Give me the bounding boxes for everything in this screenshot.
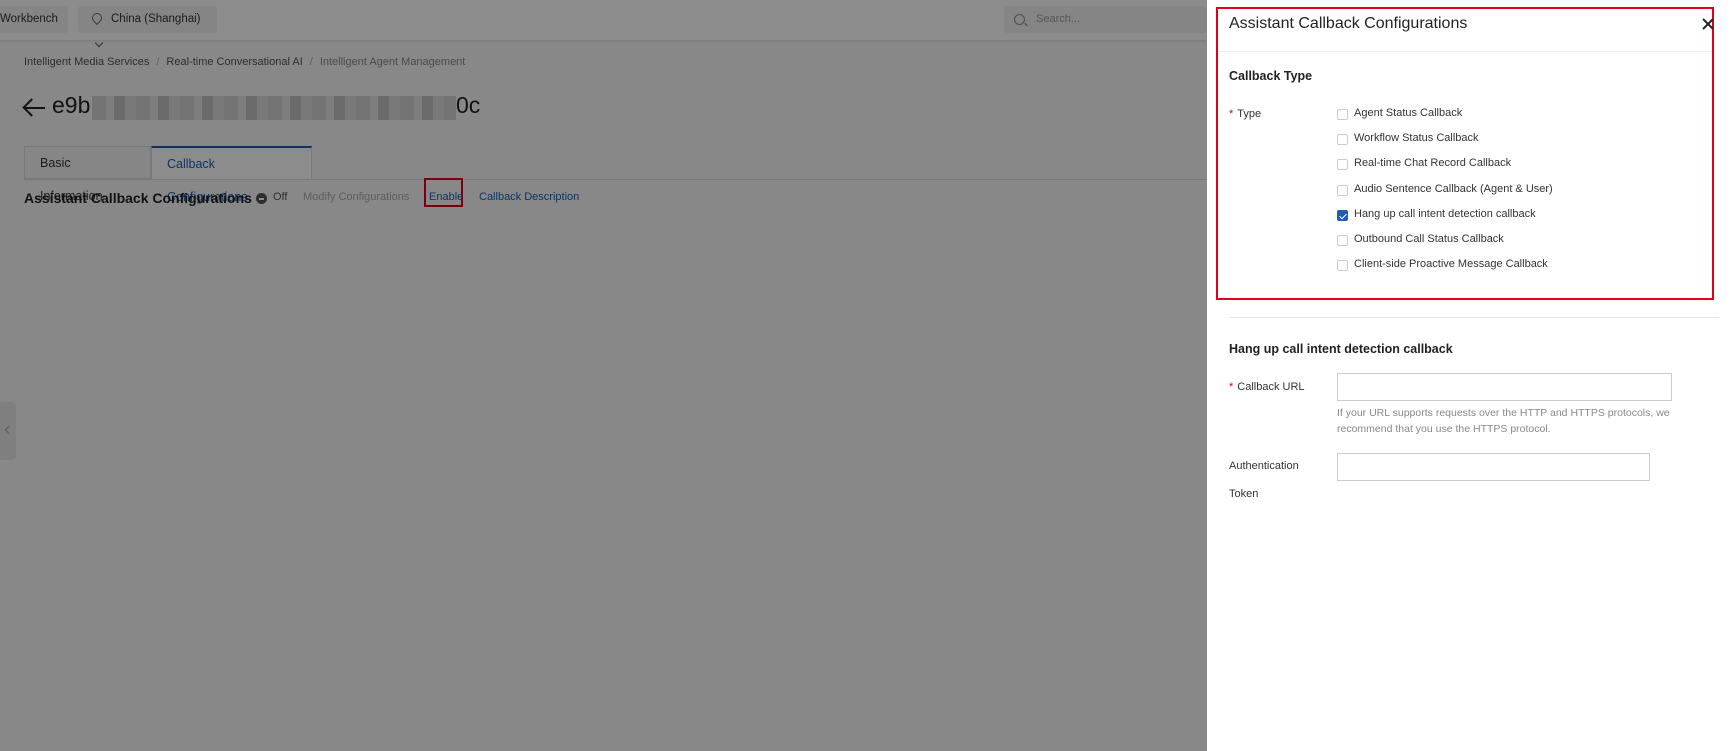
- close-icon[interactable]: [1700, 16, 1716, 32]
- callback-url-input[interactable]: [1337, 373, 1672, 401]
- callback-url-label-text: Callback URL: [1237, 381, 1305, 393]
- option-label: Outbound Call Status Callback: [1354, 233, 1504, 245]
- checkbox[interactable]: [1337, 235, 1348, 246]
- auth-token-input[interactable]: [1337, 453, 1650, 481]
- option-label: Workflow Status Callback: [1354, 132, 1479, 144]
- drawer-title: Assistant Callback Configurations: [1229, 15, 1468, 32]
- option-label: Agent Status Callback: [1354, 107, 1463, 119]
- option-label: Client-side Proactive Message Callback: [1354, 258, 1548, 270]
- required-mark: *: [1229, 381, 1234, 393]
- option-label: Real-time Chat Record Callback: [1354, 157, 1512, 169]
- hangup-callback-heading: Hang up call intent detection callback: [1229, 342, 1453, 356]
- drawer-header-divider: [1218, 51, 1712, 52]
- checkbox[interactable]: [1337, 159, 1348, 170]
- auth-token-label-line1: Authentication: [1229, 460, 1299, 472]
- checkbox[interactable]: [1337, 109, 1348, 120]
- callback-url-help-text: If your URL supports requests over the H…: [1337, 407, 1670, 435]
- section-divider: [1229, 317, 1719, 318]
- checkbox[interactable]: [1337, 134, 1348, 145]
- type-label: * Type: [1229, 108, 1261, 120]
- callback-url-label: * Callback URL: [1229, 381, 1305, 393]
- callback-type-heading: Callback Type: [1229, 69, 1313, 83]
- auth-token-label-line2: Token: [1229, 488, 1259, 500]
- checkbox[interactable]: [1337, 185, 1348, 196]
- callback-config-drawer: Assistant Callback Configurations Callba…: [1207, 0, 1735, 751]
- checkbox-checked[interactable]: [1337, 210, 1348, 221]
- option-label: Hang up call intent detection callback: [1354, 208, 1536, 220]
- type-label-text: Type: [1237, 108, 1262, 120]
- required-mark: *: [1229, 108, 1234, 120]
- option-label: Audio Sentence Callback (Agent & User): [1354, 183, 1553, 195]
- modal-mask[interactable]: [0, 0, 1207, 751]
- checkbox[interactable]: [1337, 260, 1348, 271]
